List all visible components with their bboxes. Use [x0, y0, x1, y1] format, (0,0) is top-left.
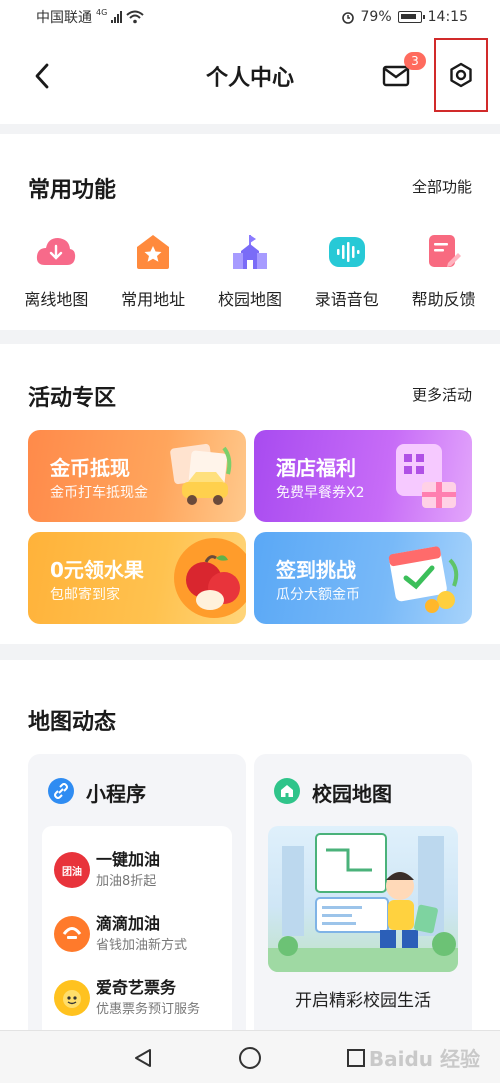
promo-hotel-title: 酒店福利	[276, 456, 356, 480]
campus-map-item[interactable]: 校园地图	[205, 230, 295, 310]
mini-programs-title: 小程序	[86, 782, 146, 806]
mini-program-iqiyi-tickets[interactable]: 爱奇艺票务 优惠票务预订服务	[54, 972, 224, 1022]
battery-icon	[397, 11, 425, 23]
campus-map-panel[interactable]: 校园地图 开启精彩校园生活	[254, 754, 472, 1044]
car-coupon-icon	[170, 443, 232, 505]
unread-badge: 3	[404, 52, 426, 70]
help-feedback-item[interactable]: 帮助反馈	[399, 230, 489, 310]
map-dynamics-title: 地图动态	[28, 710, 117, 735]
promo-checkin-title: 签到挑战	[276, 558, 356, 582]
common-address-item[interactable]: 常用地址	[108, 230, 198, 310]
alarm-icon	[341, 12, 354, 24]
back-button[interactable]	[24, 58, 60, 94]
promo-coin-cash-subtitle: 金币打车抵现金	[50, 485, 148, 501]
tuanyou-logo: 团油	[54, 852, 90, 888]
circle-home-icon	[239, 1047, 261, 1069]
download-cloud-icon	[34, 230, 78, 274]
campus-map-label: 校园地图	[217, 290, 282, 309]
mini-program-name: 爱奇艺票务	[96, 978, 177, 997]
mini-program-desc: 加油8折起	[96, 874, 157, 889]
mini-program-desc: 优惠票务预订服务	[96, 1002, 201, 1017]
promo-free-fruit[interactable]: 0元领水果 包邮寄到家	[28, 532, 246, 624]
activities-card: 活动专区 更多活动 金币抵现 金币打车抵现金 酒店福利 免费早餐券X2 0元领水…	[0, 344, 500, 644]
square-recents-icon	[347, 1049, 365, 1067]
offline-map-item[interactable]: 离线地图	[11, 230, 101, 310]
mini-program-fuel[interactable]: 团油 一键加油 加油8折起	[54, 844, 224, 894]
mini-program-desc: 省钱加油新方式	[96, 938, 188, 953]
link-icon	[48, 778, 74, 804]
common-functions-card: 常用功能 全部功能 离线地图 常用地址 校园地图 录语音包 帮助反馈	[0, 134, 500, 330]
mini-program-name: 滴滴加油	[96, 914, 161, 933]
more-activities-link[interactable]: 更多活动	[412, 384, 472, 405]
campus-caption: 开启精彩校园生活	[295, 991, 431, 1011]
all-functions-link[interactable]: 全部功能	[412, 176, 472, 197]
map-dynamics-card: 地图动态 小程序 团油 一键加油 加油8折起 滴滴加油 省钱加油新方式 爱奇艺票…	[0, 660, 500, 1044]
promo-hotel-subtitle: 免费早餐券X2	[276, 485, 365, 501]
header: 个人中心 3	[0, 34, 500, 124]
settings-button[interactable]	[434, 38, 488, 112]
iqiyi-ticket-logo	[54, 980, 90, 1016]
mini-program-list: 团油 一键加油 加油8折起 滴滴加油 省钱加油新方式 爱奇艺票务 优惠票务预订服…	[42, 826, 232, 1044]
promo-hotel-benefit[interactable]: 酒店福利 免费早餐券X2	[254, 430, 472, 522]
record-voice-label: 录语音包	[314, 290, 379, 309]
nav-home-button[interactable]	[235, 1043, 265, 1073]
promo-coin-cash-title: 金币抵现	[50, 456, 130, 480]
watermark: Baidu 经验	[368, 1047, 480, 1071]
didi-logo	[54, 916, 90, 952]
apple-fruit-icon	[174, 538, 246, 618]
carrier-label: 中国联通	[36, 10, 92, 26]
nav-back-button[interactable]	[128, 1043, 158, 1073]
mail-icon	[382, 65, 410, 87]
nav-recents-button[interactable]	[341, 1043, 371, 1073]
promo-coin-cash[interactable]: 金币抵现 金币打车抵现金	[28, 430, 246, 522]
voice-wave-icon	[325, 230, 369, 274]
triangle-back-icon	[135, 1049, 151, 1067]
wifi-icon	[126, 10, 144, 24]
status-bar: 中国联通 4G 79% 14:15	[0, 0, 500, 34]
promo-checkin-challenge[interactable]: 签到挑战 瓜分大额金币	[254, 532, 472, 624]
common-address-label: 常用地址	[121, 290, 186, 309]
chevron-left-icon	[35, 63, 49, 89]
record-voice-item[interactable]: 录语音包	[302, 230, 392, 310]
network-label: 4G	[96, 7, 108, 17]
hotel-gift-icon	[396, 444, 456, 508]
offline-map-label: 离线地图	[24, 290, 89, 309]
calendar-check-icon	[388, 546, 459, 613]
promo-fruit-title: 0元领水果	[50, 558, 144, 582]
campus-illustration	[268, 826, 458, 972]
help-feedback-label: 帮助反馈	[411, 290, 476, 309]
settings-hexagon-icon	[450, 62, 472, 88]
mini-program-didi-fuel[interactable]: 滴滴加油 省钱加油新方式	[54, 908, 224, 958]
clock: 14:15	[427, 9, 468, 25]
promo-checkin-subtitle: 瓜分大额金币	[276, 587, 360, 603]
feedback-edit-icon	[422, 230, 466, 274]
school-building-icon	[228, 230, 272, 274]
common-functions-title: 常用功能	[28, 178, 117, 203]
home-star-icon	[131, 230, 175, 274]
campus-home-icon	[274, 778, 300, 804]
battery-percent: 79%	[360, 9, 392, 25]
promo-fruit-subtitle: 包邮寄到家	[50, 587, 120, 603]
activities-title: 活动专区	[28, 386, 117, 411]
signal-icon	[111, 11, 123, 23]
mini-programs-panel: 小程序 团油 一键加油 加油8折起 滴滴加油 省钱加油新方式 爱奇艺票务 优惠票…	[28, 754, 246, 1044]
mini-program-name: 一键加油	[96, 850, 161, 869]
function-row: 离线地图 常用地址 校园地图 录语音包 帮助反馈	[0, 230, 500, 310]
campus-map-title: 校园地图	[312, 782, 392, 806]
system-nav-bar: Baidu 经验	[0, 1030, 500, 1083]
